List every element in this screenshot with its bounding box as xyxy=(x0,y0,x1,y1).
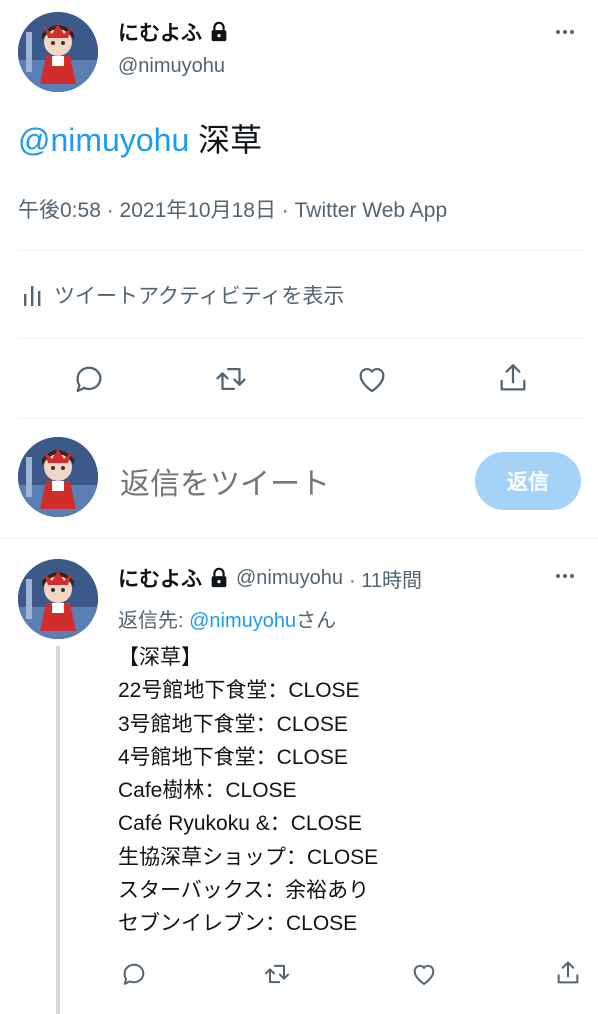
reply-text-line: セブンイレブン：CLOSE xyxy=(118,912,358,936)
reply-text-line: 【深草】 xyxy=(118,646,202,669)
reply-author-handle[interactable]: @nimuyohu xyxy=(236,567,343,590)
reply-text: 【深草】 22号館地下食堂：CLOSE 3号館地下食堂：CLOSE 4号館地下食… xyxy=(118,641,378,941)
author-name-row: にむよふ xyxy=(118,17,230,47)
more-icon[interactable] xyxy=(556,30,574,34)
like-icon[interactable] xyxy=(410,960,438,988)
user-avatar[interactable] xyxy=(18,437,98,517)
divider xyxy=(18,418,584,419)
reply-text-line: 4号館地下食堂：CLOSE xyxy=(118,745,348,769)
reply-text-line: 22号館地下食堂：CLOSE xyxy=(118,679,360,703)
replying-to-prefix: 返信先: xyxy=(118,610,190,632)
divider xyxy=(0,538,598,539)
replying-to-handle[interactable]: @nimuyohu xyxy=(189,610,296,632)
reply-text-line: スターバックス：余裕あり xyxy=(118,879,370,903)
replying-to-suffix: さん xyxy=(296,610,337,632)
lock-icon xyxy=(208,567,230,589)
reply-author-name[interactable]: にむよふ xyxy=(118,563,202,593)
retweet-icon[interactable] xyxy=(213,362,249,396)
replying-to: 返信先: @nimuyohuさん xyxy=(118,604,336,633)
divider xyxy=(18,250,584,251)
reply-compose-input[interactable] xyxy=(120,462,450,508)
tweet-activity-link[interactable]: ツイートアクティビティを表示 xyxy=(22,280,344,310)
reply-button-label: 返信 xyxy=(507,471,549,494)
lock-icon xyxy=(208,21,230,43)
reply-text-line: 3号館地下食堂：CLOSE xyxy=(118,712,348,736)
chart-icon xyxy=(22,282,44,308)
reply-icon[interactable] xyxy=(72,362,106,396)
retweet-icon[interactable] xyxy=(262,960,292,988)
tweet-text: @nimuyohu 深草 xyxy=(18,118,262,162)
tweet-meta[interactable]: 午後0:58 · 2021年10月18日 · Twitter Web App xyxy=(18,194,447,224)
reply-author-avatar[interactable] xyxy=(18,559,98,639)
tweet-activity-label: ツイートアクティビティを表示 xyxy=(54,285,345,308)
share-icon[interactable] xyxy=(496,360,530,396)
divider xyxy=(18,338,584,339)
tweet-mention[interactable]: @nimuyohu xyxy=(18,122,189,158)
share-icon[interactable] xyxy=(554,958,582,988)
thread-line xyxy=(56,646,60,1014)
author-handle[interactable]: @nimuyohu xyxy=(118,55,225,78)
reply-text-line: Café Ryukoku &：CLOSE xyxy=(118,812,362,836)
reply-header: にむよふ @nimuyohu · 11時間 xyxy=(118,563,422,593)
tweet-body: 深草 xyxy=(189,122,263,158)
more-icon[interactable] xyxy=(556,574,574,578)
author-avatar[interactable] xyxy=(18,12,98,92)
reply-button[interactable]: 返信 xyxy=(475,452,581,510)
like-icon[interactable] xyxy=(355,362,389,396)
author-name[interactable]: にむよふ xyxy=(118,17,202,47)
reply-icon[interactable] xyxy=(120,960,148,988)
reply-text-line: Cafe樹林：CLOSE xyxy=(118,779,297,803)
reply-text-line: 生協深草ショップ：CLOSE xyxy=(118,845,379,869)
reply-time[interactable]: · 11時間 xyxy=(349,564,422,593)
